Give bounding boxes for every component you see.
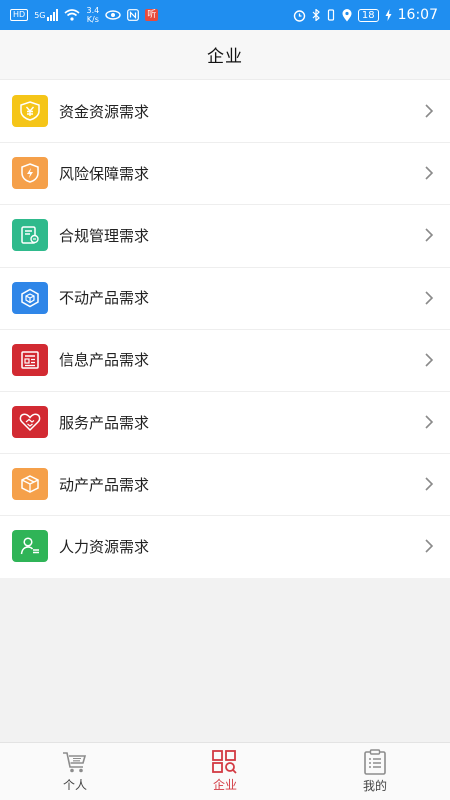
chevron-right-icon <box>425 291 434 305</box>
chevron-right-icon <box>425 477 434 491</box>
newspaper-icon <box>12 343 48 376</box>
cube-icon <box>12 281 48 314</box>
bluetooth-icon <box>312 9 320 21</box>
location-icon <box>342 8 352 21</box>
list-item-label: 人力资源需求 <box>59 537 150 556</box>
network-speed: 3.4 K/s <box>86 6 100 24</box>
list-item-label: 资金资源需求 <box>59 102 150 121</box>
yen-icon <box>12 95 48 128</box>
handshake-heart-icon <box>12 406 48 439</box>
signal-icon <box>47 9 59 21</box>
charging-icon <box>385 9 392 21</box>
chevron-right-icon <box>425 166 434 180</box>
list-item-human-resources[interactable]: 人力资源需求 <box>0 515 450 577</box>
demand-list: 资金资源需求 风险保障需求 合规管理需求 不动产品需求 信息产品需求 服务产品需… <box>0 80 450 578</box>
list-item-label: 信息产品需求 <box>59 351 150 370</box>
list-item-information[interactable]: 信息产品需求 <box>0 328 450 391</box>
tab-label: 企业 <box>212 778 237 792</box>
list-item-label: 合规管理需求 <box>59 226 150 245</box>
hd-indicator: HD <box>10 9 29 21</box>
news-badge-icon: 听 <box>145 9 159 21</box>
status-bar: HD 5G 3.4 K/s 听 18 16:07 <box>0 0 450 30</box>
bottom-tab-bar: 个人 企业 我的 <box>0 742 450 800</box>
list-item-label: 服务产品需求 <box>59 413 150 432</box>
list-item-compliance[interactable]: 合规管理需求 <box>0 204 450 266</box>
page-header: 企业 <box>0 30 450 80</box>
chevron-right-icon <box>425 353 434 367</box>
tab-personal[interactable]: 个人 <box>25 750 125 793</box>
document-cert-icon <box>12 219 48 252</box>
network-type: 5G <box>34 10 46 20</box>
list-item-label: 风险保障需求 <box>59 164 150 183</box>
chevron-right-icon <box>425 104 434 118</box>
tab-label: 我的 <box>362 779 387 793</box>
nfc-icon <box>127 9 140 21</box>
clock: 16:07 <box>397 7 438 23</box>
list-item-service[interactable]: 服务产品需求 <box>0 390 450 453</box>
tab-mine[interactable]: 我的 <box>325 749 425 794</box>
list-item-label: 动产产品需求 <box>59 475 150 494</box>
eye-icon <box>105 10 121 20</box>
tab-enterprise[interactable]: 企业 <box>175 750 275 793</box>
chevron-right-icon <box>425 228 434 243</box>
grid-search-icon <box>212 750 237 774</box>
chevron-right-icon <box>425 539 434 553</box>
wifi-icon <box>64 9 81 21</box>
clipboard-icon <box>364 749 386 775</box>
tab-label: 个人 <box>62 778 87 792</box>
alarm-icon <box>293 9 306 22</box>
box-icon <box>12 468 48 501</box>
cart-icon <box>63 752 87 773</box>
list-item-funding[interactable]: 资金资源需求 <box>0 80 450 142</box>
shield-bolt-icon <box>12 157 48 190</box>
list-item-risk[interactable]: 风险保障需求 <box>0 142 450 204</box>
chevron-right-icon <box>425 415 434 429</box>
vibrate-icon <box>327 9 335 21</box>
person-list-icon <box>12 530 48 563</box>
battery-icon: 18 <box>357 8 379 22</box>
list-item-movable[interactable]: 动产产品需求 <box>0 453 450 515</box>
list-item-label: 不动产品需求 <box>59 289 150 308</box>
list-item-real-estate[interactable]: 不动产品需求 <box>0 266 450 329</box>
page-title: 企业 <box>207 47 243 67</box>
